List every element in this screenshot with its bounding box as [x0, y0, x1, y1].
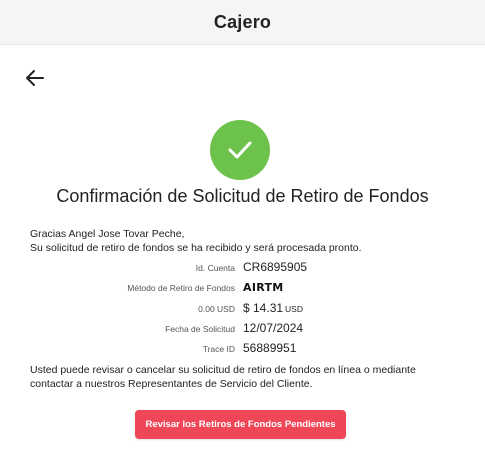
arrow-left-icon: [26, 70, 44, 86]
greeting-block: Gracias Angel Jose Tovar Peche, Su solic…: [30, 227, 470, 255]
notice-text: Usted puede revisar o cancelar su solici…: [30, 364, 416, 390]
amount-unit: USD: [285, 304, 303, 314]
greeting-text: Gracias Angel Jose Tovar Peche,: [30, 228, 185, 240]
detail-row-amount: 0.00 USD $ 14.31 USD: [0, 301, 485, 319]
success-badge: [210, 120, 270, 180]
confirmation-message: Su solicitud de retiro de fondos se ha r…: [30, 242, 362, 254]
detail-row-method: Método de Retiro de Fondos AIRTM: [0, 280, 485, 298]
method-label: Método de Retiro de Fondos: [127, 283, 235, 293]
date-value: 12/07/2024: [243, 321, 304, 335]
detail-row-trace: Trace ID 56889951: [0, 341, 485, 359]
amount-label: 0.00 USD: [198, 304, 235, 314]
checkmark-icon: [228, 141, 252, 159]
account-label: Id. Cuenta: [195, 263, 235, 273]
airtm-logo: AIRTM: [243, 281, 284, 294]
date-label: Fecha de Solicitud: [165, 324, 235, 334]
account-value: CR6895905: [243, 260, 308, 274]
amount-value-wrap: $ 14.31 USD: [243, 301, 303, 315]
page-title: Cajero: [213, 11, 272, 32]
back-button[interactable]: [23, 66, 47, 90]
amount-value: $ 14.31: [243, 301, 284, 315]
detail-row-account: Id. Cuenta CR6895905: [0, 260, 485, 278]
trace-label: Trace ID: [202, 344, 235, 354]
confirmation-title: Confirmación de Solicitud de Retiro de F…: [56, 186, 429, 206]
trace-value: 56889951: [243, 341, 297, 355]
app-header: Cajero: [0, 0, 485, 45]
review-pending-withdrawals-button[interactable]: Revisar los Retiros de Fondos Pendientes: [135, 410, 346, 439]
detail-row-date: Fecha de Solicitud 12/07/2024: [0, 321, 485, 339]
